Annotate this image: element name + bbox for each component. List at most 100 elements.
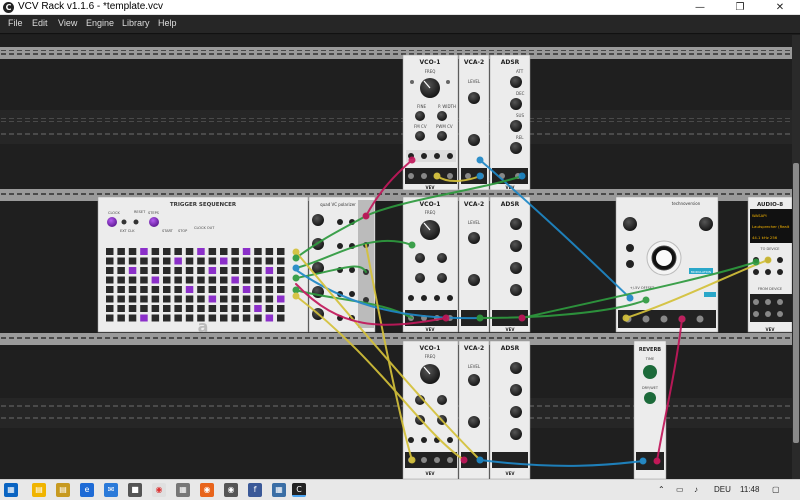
reverb-module[interactable]: REVERB TIME DRY/WET <box>633 340 667 479</box>
volume-icon[interactable]: ♪ <box>694 485 698 494</box>
step-button[interactable] <box>254 248 262 255</box>
adsr-module-top[interactable]: ADSR ATT DEC SUS REL VEV <box>489 54 531 191</box>
step-button[interactable] <box>277 286 285 293</box>
step-button[interactable] <box>197 257 205 265</box>
menu-edit[interactable]: Edit <box>32 18 48 28</box>
step-button[interactable] <box>231 257 239 265</box>
step-button[interactable] <box>174 276 182 284</box>
step-button[interactable] <box>106 276 114 284</box>
step-button[interactable] <box>174 267 182 274</box>
step-button[interactable] <box>140 305 148 312</box>
minimize-button[interactable]: — <box>680 0 720 15</box>
step-button[interactable] <box>140 267 148 274</box>
step-button[interactable] <box>128 248 137 255</box>
step-button[interactable] <box>254 286 262 293</box>
vca-module-top[interactable]: VCA-2 LEVEL <box>458 54 490 191</box>
app-icon-6[interactable]: ▦ <box>176 483 190 497</box>
step-button[interactable] <box>265 267 274 274</box>
step-button[interactable] <box>163 295 171 303</box>
step-button[interactable] <box>254 257 262 265</box>
step-button[interactable] <box>174 257 182 265</box>
step-button[interactable] <box>220 248 228 255</box>
step-button[interactable] <box>163 267 171 274</box>
step-button[interactable] <box>140 286 148 293</box>
step-button[interactable] <box>106 305 114 312</box>
step-button[interactable] <box>185 267 194 274</box>
decay-knob[interactable] <box>510 98 522 110</box>
step-button[interactable] <box>106 314 114 322</box>
step-button[interactable] <box>151 314 160 322</box>
tray-chevron-icon[interactable]: ⌃ <box>658 485 665 494</box>
step-button[interactable] <box>208 257 217 265</box>
step-button[interactable] <box>231 248 239 255</box>
windows-start-icon[interactable]: ▦ <box>4 483 18 497</box>
step-button[interactable] <box>151 295 160 303</box>
step-button[interactable] <box>163 276 171 284</box>
step-button[interactable] <box>163 257 171 265</box>
mail-icon[interactable]: ✉ <box>104 483 118 497</box>
step-button[interactable] <box>208 295 217 303</box>
step-button[interactable] <box>117 314 125 322</box>
step-button[interactable] <box>163 314 171 322</box>
step-button[interactable] <box>265 295 274 303</box>
language-indicator[interactable]: DEU <box>714 485 731 494</box>
adsr-module-bottom[interactable]: ADSR VEV <box>489 340 531 479</box>
chrome-icon[interactable]: ◉ <box>152 483 166 497</box>
vco-module-top[interactable]: VCO-1 FREQ FINE P. WIDTH FM CV PWM CV VE… <box>402 54 459 191</box>
step-button[interactable] <box>197 286 205 293</box>
release-knob[interactable] <box>510 142 522 154</box>
sustain-knob[interactable] <box>510 120 522 132</box>
step-button[interactable] <box>231 286 239 293</box>
step-button[interactable] <box>117 286 125 293</box>
step-button[interactable] <box>128 305 137 312</box>
step-button[interactable] <box>163 286 171 293</box>
step-button[interactable] <box>185 305 194 312</box>
step-button[interactable] <box>128 267 137 274</box>
close-button[interactable]: ✕ <box>760 0 800 15</box>
step-button[interactable] <box>242 314 251 322</box>
step-button[interactable] <box>220 267 228 274</box>
step-button[interactable] <box>128 286 137 293</box>
step-button[interactable] <box>197 267 205 274</box>
step-button[interactable] <box>174 286 182 293</box>
step-button[interactable] <box>208 286 217 293</box>
step-button[interactable] <box>140 276 148 284</box>
step-button[interactable] <box>242 257 251 265</box>
menu-view[interactable]: View <box>58 18 77 28</box>
step-button[interactable] <box>117 305 125 312</box>
step-button[interactable] <box>231 276 239 284</box>
step-button[interactable] <box>151 286 160 293</box>
step-button[interactable] <box>208 248 217 255</box>
network-icon[interactable]: ▭ <box>676 485 684 494</box>
step-button[interactable] <box>128 295 137 303</box>
step-button[interactable] <box>242 305 251 312</box>
menu-file[interactable]: File <box>8 18 23 28</box>
step-button[interactable] <box>151 267 160 274</box>
folder-icon[interactable]: ▤ <box>56 483 70 497</box>
step-button[interactable] <box>163 248 171 255</box>
step-button[interactable] <box>106 248 114 255</box>
step-button[interactable] <box>265 314 274 322</box>
pw-knob[interactable] <box>437 111 447 121</box>
step-button[interactable] <box>208 305 217 312</box>
step-button[interactable] <box>265 248 274 255</box>
step-button[interactable] <box>265 276 274 284</box>
fine-knob[interactable] <box>415 111 425 121</box>
camera-icon[interactable]: ◉ <box>224 483 238 497</box>
file-explorer-icon[interactable]: ▤ <box>32 483 46 497</box>
step-button[interactable] <box>277 314 285 322</box>
step-button[interactable] <box>254 314 262 322</box>
step-button[interactable] <box>265 305 274 312</box>
menu-help[interactable]: Help <box>158 18 177 28</box>
clock[interactable]: 11:48 <box>740 485 759 494</box>
step-button[interactable] <box>140 295 148 303</box>
step-button[interactable] <box>185 295 194 303</box>
step-button[interactable] <box>197 305 205 312</box>
step-button[interactable] <box>208 267 217 274</box>
step-button[interactable] <box>106 267 114 274</box>
menu-library[interactable]: Library <box>122 18 150 28</box>
step-button[interactable] <box>277 305 285 312</box>
step-button[interactable] <box>185 314 194 322</box>
step-button[interactable] <box>220 257 228 265</box>
step-button[interactable] <box>117 257 125 265</box>
